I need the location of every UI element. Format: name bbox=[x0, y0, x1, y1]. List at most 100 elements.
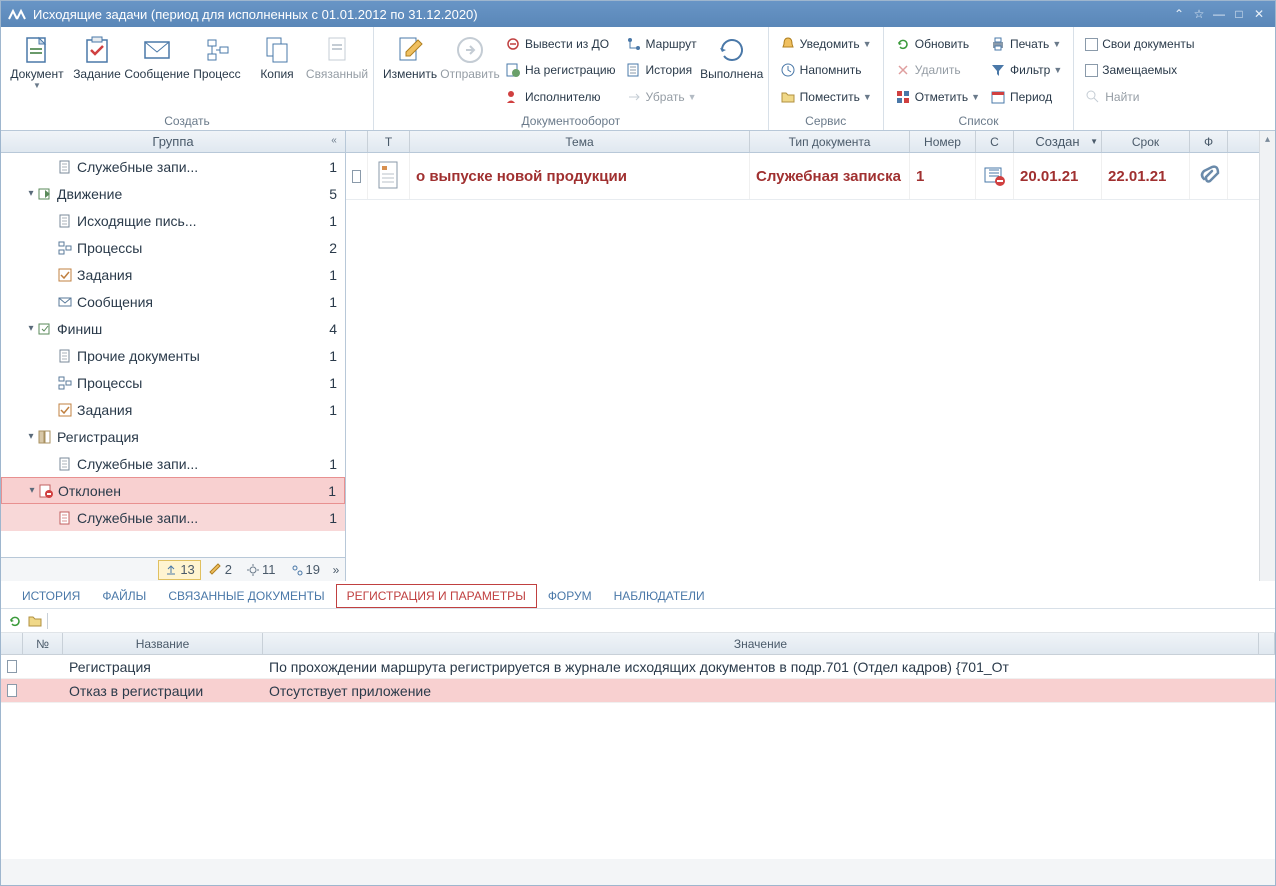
minimize-button[interactable]: — bbox=[1209, 4, 1229, 24]
col-number[interactable]: Номер bbox=[910, 131, 976, 152]
dcol-name[interactable]: Название bbox=[63, 633, 263, 654]
expand-icon[interactable]: ▾ bbox=[26, 485, 38, 496]
message-button[interactable]: Сообщение bbox=[127, 29, 187, 112]
to-executor-button[interactable]: Исполнителю bbox=[500, 86, 621, 108]
folder-icon[interactable] bbox=[27, 613, 43, 629]
remind-button[interactable]: Напомнить bbox=[775, 59, 877, 81]
place-button[interactable]: Поместить▼ bbox=[775, 86, 877, 108]
tree-node[interactable]: Служебные запи...1 bbox=[1, 153, 345, 180]
col-theme[interactable]: Тема bbox=[410, 131, 750, 152]
tree-node[interactable]: ▾Движение5 bbox=[1, 180, 345, 207]
footer-counter-2[interactable]: 2 bbox=[203, 560, 238, 580]
close-button[interactable]: ✕ bbox=[1249, 4, 1269, 24]
refresh-button[interactable]: Обновить bbox=[890, 33, 985, 55]
row-checkbox[interactable] bbox=[7, 684, 17, 697]
tree-node[interactable]: Исходящие пись...1 bbox=[1, 207, 345, 234]
tree-node[interactable]: Служебные запи...1 bbox=[1, 450, 345, 477]
col-t[interactable]: Т bbox=[368, 131, 410, 152]
tree-node[interactable]: Процессы2 bbox=[1, 234, 345, 261]
tree-label: Прочие документы bbox=[77, 348, 313, 364]
maximize-button[interactable]: □ bbox=[1229, 4, 1249, 24]
col-due[interactable]: Срок bbox=[1102, 131, 1190, 152]
sidebar-header[interactable]: Группа « bbox=[1, 131, 345, 153]
detail-row[interactable]: Отказ в регистрацииОтсутствует приложени… bbox=[1, 679, 1275, 703]
detail-value: По прохождении маршрута регистрируется в… bbox=[263, 655, 1275, 678]
star-icon[interactable]: ☆ bbox=[1189, 4, 1209, 24]
tree-node[interactable]: Сообщения1 bbox=[1, 288, 345, 315]
dcol-num[interactable]: № bbox=[23, 633, 63, 654]
tree-label: Служебные запи... bbox=[77, 159, 313, 175]
print-button[interactable]: Печать▼ bbox=[985, 33, 1067, 55]
collapse-icon[interactable]: « bbox=[327, 133, 341, 147]
done-button[interactable]: Выполнена bbox=[702, 29, 762, 112]
col-f[interactable]: Ф bbox=[1190, 131, 1228, 152]
history-icon bbox=[626, 62, 642, 78]
tab-4[interactable]: ФОРУМ bbox=[537, 584, 603, 608]
expand-icon[interactable]: ▾ bbox=[25, 323, 37, 334]
pin-icon[interactable]: ⌃ bbox=[1169, 4, 1189, 24]
tree-node[interactable]: Задания1 bbox=[1, 261, 345, 288]
footer-expand[interactable]: » bbox=[328, 560, 344, 580]
footer-counter-3[interactable]: 11 bbox=[240, 560, 282, 580]
filter-button[interactable]: Фильтр▼ bbox=[985, 59, 1067, 81]
dcol-check[interactable] bbox=[1, 633, 23, 654]
titlebar: Исходящие задачи (период для исполненных… bbox=[1, 1, 1275, 27]
row-checkbox[interactable] bbox=[352, 170, 361, 183]
my-docs-checkbox[interactable]: Свои документы bbox=[1080, 33, 1199, 55]
col-s[interactable]: С bbox=[976, 131, 1014, 152]
tab-2[interactable]: СВЯЗАННЫЕ ДОКУМЕНТЫ bbox=[157, 584, 335, 608]
edit-button[interactable]: Изменить bbox=[380, 29, 440, 112]
detail-row[interactable]: РегистрацияПо прохождении маршрута регис… bbox=[1, 655, 1275, 679]
col-doctype[interactable]: Тип документа bbox=[750, 131, 910, 152]
send-icon bbox=[454, 34, 486, 66]
document-button[interactable]: Документ▼ bbox=[7, 29, 67, 112]
col-created[interactable]: Создан▼ bbox=[1014, 131, 1102, 152]
task-icon bbox=[57, 402, 73, 418]
row-checkbox[interactable] bbox=[7, 660, 17, 673]
task-button[interactable]: Задание bbox=[67, 29, 127, 112]
tab-1[interactable]: ФАЙЛЫ bbox=[91, 584, 157, 608]
route-button[interactable]: Маршрут bbox=[621, 33, 702, 55]
tree-node[interactable]: ▾Регистрация bbox=[1, 423, 345, 450]
tree-label: Финиш bbox=[57, 321, 313, 337]
substituted-checkbox[interactable]: Замещаемых bbox=[1080, 59, 1199, 81]
tree-label: Исходящие пись... bbox=[77, 213, 313, 229]
tree-node[interactable]: ▾ Финиш4 bbox=[1, 315, 345, 342]
ribbon-group-list: Обновить Удалить Отметить▼ Печать▼ Фильт… bbox=[884, 27, 1074, 130]
tree-node[interactable]: Прочие документы1 bbox=[1, 342, 345, 369]
tree-node[interactable]: Процессы1 bbox=[1, 369, 345, 396]
tab-3[interactable]: РЕГИСТРАЦИЯ И ПАРАМЕТРЫ bbox=[336, 584, 537, 608]
refresh-icon bbox=[895, 36, 911, 52]
tree-label: Задания bbox=[77, 267, 313, 283]
delete-button: Удалить bbox=[890, 59, 985, 81]
row-doctype: Служебная записка bbox=[750, 153, 910, 199]
copy-button[interactable]: Копия bbox=[247, 29, 307, 112]
out-of-do-button[interactable]: Вывести из ДО bbox=[500, 33, 621, 55]
tree-node[interactable]: Служебные запи...1 bbox=[1, 504, 345, 531]
tree-node[interactable]: ▾Отклонен1 bbox=[1, 477, 345, 504]
footer-counter-1[interactable]: 13 bbox=[158, 560, 200, 580]
tree-node[interactable]: Задания1 bbox=[1, 396, 345, 423]
expand-icon[interactable]: ▾ bbox=[25, 431, 37, 442]
tree-count: 1 bbox=[313, 402, 337, 418]
to-register-button[interactable]: На регистрацию bbox=[500, 59, 621, 81]
tab-0[interactable]: ИСТОРИЯ bbox=[11, 584, 91, 608]
dcol-value[interactable]: Значение bbox=[263, 633, 1259, 654]
grid-scrollbar[interactable]: ▴ bbox=[1259, 131, 1275, 581]
col-check[interactable] bbox=[346, 131, 368, 152]
route-icon bbox=[626, 36, 642, 52]
footer-counter-4[interactable]: 19 bbox=[284, 560, 326, 580]
grid-row[interactable]: о выпуске новой продукции Служебная запи… bbox=[346, 153, 1275, 200]
history-button[interactable]: История bbox=[621, 59, 702, 81]
process-button[interactable]: Процесс bbox=[187, 29, 247, 112]
expand-icon[interactable]: ▾ bbox=[25, 188, 37, 199]
row-attach-icon[interactable] bbox=[1190, 153, 1228, 199]
notify-button[interactable]: Уведомить▼ bbox=[775, 33, 877, 55]
mark-button[interactable]: Отметить▼ bbox=[890, 86, 985, 108]
mark-icon bbox=[895, 89, 911, 105]
tab-5[interactable]: НАБЛЮДАТЕЛИ bbox=[603, 584, 716, 608]
refresh-icon[interactable] bbox=[7, 613, 23, 629]
group-label-docflow: Документооборот bbox=[380, 112, 762, 130]
period-button[interactable]: Период bbox=[985, 86, 1067, 108]
tree-count: 4 bbox=[313, 321, 337, 337]
